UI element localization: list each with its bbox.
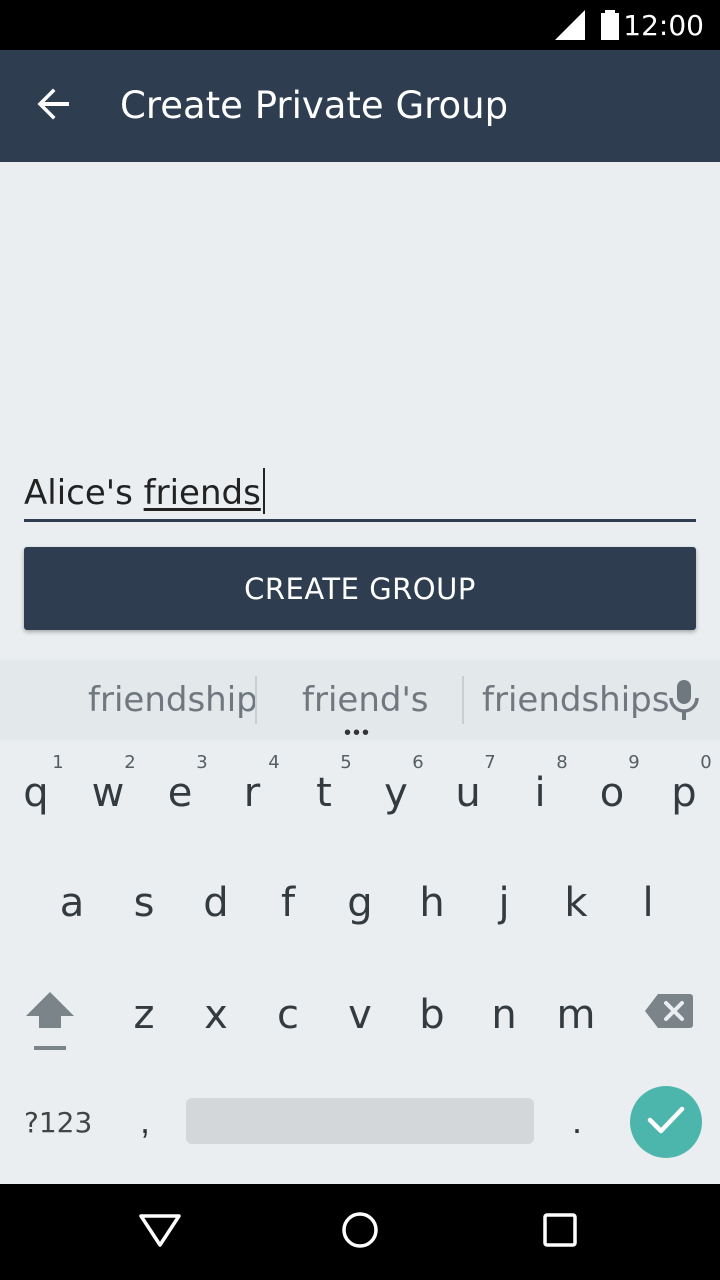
group-name-composing-word: friends [143,473,261,513]
suggestion-strip: friendship friend's ••• friendships [0,660,720,743]
checkmark-icon [647,1105,685,1140]
suggestion-right[interactable]: friendships [482,680,669,720]
create-group-button[interactable]: CREATE GROUP [24,547,696,630]
key-hint: 1 [52,752,64,773]
suggestion-divider [255,676,257,724]
square-recents-icon [542,1212,578,1253]
page-title: Create Private Group [120,84,509,127]
group-name-prefix: Alice's [24,473,144,513]
group-name-value: Alice's friends [24,468,265,514]
key-k[interactable]: k [540,880,612,926]
key-hint: 4 [268,752,280,773]
key-s[interactable]: s [108,880,180,926]
key-i[interactable]: i [504,770,576,816]
key-z[interactable]: z [108,992,180,1038]
period-key[interactable]: . [562,1100,592,1142]
key-b[interactable]: b [396,992,468,1038]
key-v[interactable]: v [324,992,396,1038]
key-h[interactable]: h [396,880,468,926]
mic-icon[interactable] [664,678,704,727]
key-hint: 3 [196,752,208,773]
key-d[interactable]: d [180,880,252,926]
key-x[interactable]: x [180,992,252,1038]
key-u[interactable]: u [432,770,504,816]
key-j[interactable]: j [468,880,540,926]
symbols-key[interactable]: ?123 [24,1106,92,1139]
arrow-back-icon [36,86,72,127]
group-name-field[interactable]: Alice's friends [24,462,696,522]
signal-icon [555,10,585,45]
nav-home-button[interactable] [335,1210,385,1255]
key-hint: 6 [412,752,424,773]
key-hint: 2 [124,752,136,773]
key-p[interactable]: p [648,770,720,816]
key-q[interactable]: q [0,770,72,816]
key-t[interactable]: t [288,770,360,816]
key-w[interactable]: w [72,770,144,816]
key-a[interactable]: a [36,880,108,926]
text-cursor [262,468,265,514]
create-group-form: Alice's friends CREATE GROUP [0,162,720,660]
status-time: 12:00 [623,9,704,42]
suggestion-left[interactable]: friendship [88,680,258,720]
app-bar: Create Private Group [0,50,720,162]
key-hint: 8 [556,752,568,773]
triangle-back-icon [138,1212,182,1253]
key-g[interactable]: g [324,880,396,926]
key-y[interactable]: y [360,770,432,816]
key-e[interactable]: e [144,770,216,816]
key-hint: 9 [628,752,640,773]
keyboard: q w e r t y u i o p 1 2 3 4 5 6 7 8 9 0 … [0,740,720,1184]
circle-home-icon [340,1210,380,1255]
key-r[interactable]: r [216,770,288,816]
key-l[interactable]: l [612,880,684,926]
key-m[interactable]: m [540,992,612,1038]
done-key[interactable] [630,1086,702,1158]
more-suggestions-icon[interactable]: ••• [344,723,371,743]
comma-key[interactable]: , [130,1100,160,1142]
key-o[interactable]: o [576,770,648,816]
nav-back-button[interactable] [135,1212,185,1252]
shift-key[interactable] [24,990,76,1057]
key-hint: 5 [340,752,352,773]
nav-recents-button[interactable] [535,1212,585,1252]
backspace-icon [644,994,694,1034]
key-hint: 0 [700,752,712,773]
system-nav-bar [0,1184,720,1280]
battery-icon [599,10,621,45]
key-c[interactable]: c [252,992,324,1038]
key-f[interactable]: f [252,880,324,926]
status-bar: 12:00 [0,0,720,50]
space-key[interactable] [186,1098,534,1144]
back-button[interactable] [22,74,86,138]
backspace-key[interactable] [644,992,694,1035]
key-hint: 7 [484,752,496,773]
key-n[interactable]: n [468,992,540,1038]
suggestion-divider [462,676,464,724]
shift-icon [24,992,76,1056]
suggestion-center[interactable]: friend's [302,680,429,720]
